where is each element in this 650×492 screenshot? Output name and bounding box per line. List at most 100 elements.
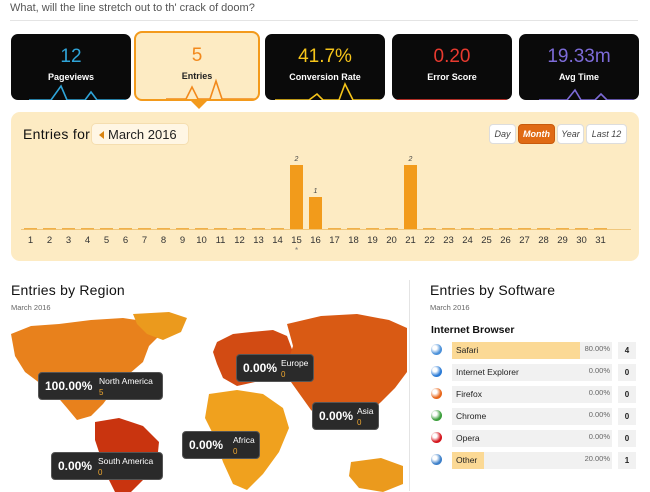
browser-name: Safari [456, 345, 479, 355]
browser-row-other[interactable]: Other 20.00% 1 [430, 451, 640, 469]
browser-count: 0 [618, 364, 636, 381]
day-bar-27[interactable] [518, 228, 531, 230]
browser-row-chrome[interactable]: Chrome 0.00% 0 [430, 407, 640, 425]
browser-percent: 0.00% [588, 410, 610, 419]
column-divider [409, 280, 410, 491]
day-bar-4[interactable] [81, 228, 94, 230]
day-bar-24[interactable] [461, 228, 474, 230]
day-bar-31[interactable] [594, 228, 607, 230]
day-bar-2[interactable] [43, 228, 56, 230]
browser-row-firefox[interactable]: Firefox 0.00% 0 [430, 385, 640, 403]
region-percent: 0.00% [58, 459, 93, 473]
region-label-asia[interactable]: 0.00% Asia 0 [312, 402, 379, 430]
entries-title-rest: for [72, 126, 91, 142]
browser-row-opera[interactable]: Opera 0.00% 0 [430, 429, 640, 447]
prev-month-icon[interactable] [99, 131, 104, 139]
browser-row-safari[interactable]: Safari 80.00% 4 [430, 341, 640, 359]
day-bar-6[interactable] [119, 228, 132, 230]
day-bar-11[interactable] [214, 228, 227, 230]
entries-day-chart: 1 2 3 4 5 6 7 8 9 10 11 12 13 14215*116 17 18 19 20221 22 2… [21, 156, 631, 255]
day-tick-label: 14 [272, 235, 283, 246]
day-bar-19[interactable] [366, 228, 379, 230]
map-oceania[interactable] [349, 458, 403, 492]
day-tick-label: 10 [196, 235, 207, 246]
stat-tile-entries[interactable]: 5 Entries [134, 31, 260, 101]
browser-count: 0 [618, 408, 636, 425]
day-bar-label: 2 [408, 156, 413, 163]
day-bar-25[interactable] [480, 228, 493, 230]
day-bar-18[interactable] [347, 228, 360, 230]
stat-tile-pageviews[interactable]: 12 Pageviews [11, 34, 131, 100]
month-selector[interactable]: March 2016 [91, 123, 189, 145]
stat-sparkline [275, 82, 385, 100]
day-bar-3[interactable] [62, 228, 75, 230]
day-tick-label: 20 [386, 235, 397, 246]
opera-icon [431, 432, 442, 443]
map-north-america[interactable] [11, 318, 161, 420]
day-bar-7[interactable] [138, 228, 151, 230]
day-tick-label: 18 [348, 235, 359, 246]
stat-sparkline [539, 88, 639, 100]
browser-count: 0 [618, 386, 636, 403]
day-bar-15[interactable] [290, 165, 303, 229]
day-bar-8[interactable] [157, 228, 170, 230]
day-tick-label: 30 [576, 235, 587, 246]
page-tagline: What, will the line stretch out to th' c… [10, 2, 255, 14]
day-bar-21[interactable] [404, 165, 417, 229]
stat-tile-avg-time[interactable]: 19.33m Avg Time [519, 34, 639, 100]
browser-name: Internet Explorer [456, 367, 519, 377]
range-button-year[interactable]: Year [557, 124, 584, 144]
stat-tile-error-score[interactable]: 0.20 Error Score [392, 34, 512, 100]
day-bar-12[interactable] [233, 228, 246, 230]
day-bar-28[interactable] [537, 228, 550, 230]
day-bar-13[interactable] [252, 228, 265, 230]
region-percent: 100.00% [45, 379, 93, 393]
day-bar-22[interactable] [423, 228, 436, 230]
stat-sparkline [392, 99, 512, 100]
ie-icon [431, 366, 442, 377]
stat-tile-conversion-rate[interactable]: 41.7% Conversion Rate [265, 34, 385, 100]
day-bar-17[interactable] [328, 228, 341, 230]
region-percent: 0.00% [189, 438, 224, 452]
day-tick-label: 13 [253, 235, 264, 246]
day-bar-23[interactable] [442, 228, 455, 230]
region-label-africa[interactable]: 0.00% Africa 0 [182, 431, 260, 459]
range-button-month[interactable]: Month [518, 124, 555, 144]
region-name: Europe [281, 358, 309, 368]
browser-count: 1 [618, 452, 636, 469]
browser-row-internet-explorer[interactable]: Internet Explorer 0.00% 0 [430, 363, 640, 381]
range-button-day[interactable]: Day [489, 124, 516, 144]
day-tick-label: 22 [424, 235, 435, 246]
day-bar-30[interactable] [575, 228, 588, 230]
region-name: Asia [357, 406, 374, 416]
day-tick-label: 3 [66, 235, 71, 246]
day-bar-20[interactable] [385, 228, 398, 230]
region-label-south-america[interactable]: 0.00% South America 0 [51, 452, 163, 480]
day-tick-label: 23 [443, 235, 454, 246]
day-tick-label: 8 [161, 235, 166, 246]
region-label-europe[interactable]: 0.00% Europe 0 [236, 354, 314, 382]
day-tick-label: 19 [367, 235, 378, 246]
day-bar-16[interactable] [309, 197, 322, 229]
region-title-rest: by Region [60, 282, 125, 298]
day-tick-label: 7 [142, 235, 147, 246]
region-label-north-america[interactable]: 100.00% North America 5 [38, 372, 163, 400]
day-bar-5[interactable] [100, 228, 113, 230]
stat-tiles: 12 Pageviews 5 Entries 41.7% Conversion Rate 0… [11, 31, 639, 101]
region-name: North America [99, 376, 153, 386]
range-toggle: Day Month Year Last 12 [489, 124, 627, 144]
day-bar-1[interactable] [24, 228, 37, 230]
day-bar-9[interactable] [176, 228, 189, 230]
day-bar-26[interactable] [499, 228, 512, 230]
day-tick-label: 12 [234, 235, 245, 246]
range-button-last-12[interactable]: Last 12 [586, 124, 627, 144]
day-tick-label: 17 [329, 235, 340, 246]
software-title: Entries by Software [430, 282, 640, 298]
entries-panel-title: Entries for [23, 126, 90, 142]
day-tick-label: 4 [85, 235, 90, 246]
day-tick-label: 28 [538, 235, 549, 246]
month-label: March 2016 [108, 127, 177, 142]
day-bar-29[interactable] [556, 228, 569, 230]
day-bar-14[interactable] [271, 228, 284, 230]
day-bar-10[interactable] [195, 228, 208, 230]
